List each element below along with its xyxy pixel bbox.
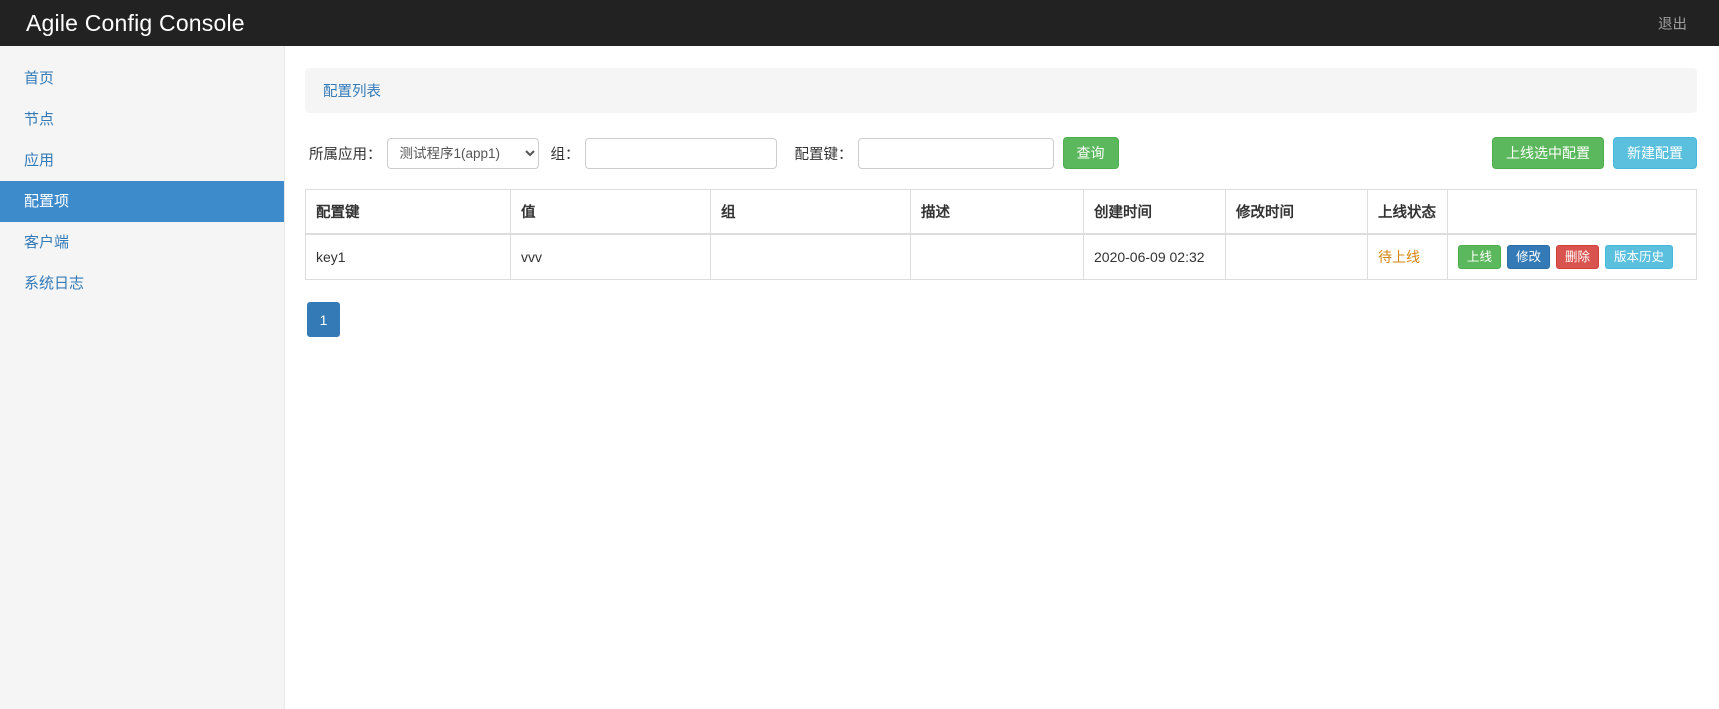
th-created-at: 创建时间 [1083,189,1226,235]
app-select[interactable]: 测试程序1(app1) [386,137,539,169]
sidebar-nav: 首页 节点 应用 配置项 客户端 系统日志 [0,46,285,709]
th-config-key: 配置键 [305,189,511,235]
cell-created-at: 2020-06-09 02:32 [1083,233,1226,280]
sidebar-item-app[interactable]: 应用 [0,140,284,181]
status-badge: 待上线 [1378,249,1420,265]
th-group: 组 [710,189,911,235]
navbar-right-section: 退出 [1648,7,1697,40]
toolbar-right-actions: 上线选中配置 新建配置 [1492,137,1697,169]
key-input-label: 配置键： [794,146,853,163]
th-actions [1447,189,1697,235]
app-select-label: 所属应用： [309,146,382,163]
group-input-label: 组： [550,146,580,163]
th-modified-at: 修改时间 [1225,189,1368,235]
publish-selected-button[interactable]: 上线选中配置 [1492,137,1604,169]
config-table-head: 配置键 值 组 描述 创建时间 修改时间 上线状态 [305,189,1697,235]
cell-description [910,233,1084,280]
table-header-row: 配置键 值 组 描述 创建时间 修改时间 上线状态 [305,189,1697,235]
filter-toolbar: 所属应用： 测试程序1(app1) 组： 配置键： 查询 上线选中配置 新建配置 [305,137,1697,169]
sidebar-item-home[interactable]: 首页 [0,58,284,99]
th-description: 描述 [910,189,1084,235]
th-value: 值 [510,189,711,235]
pagination: 1 [305,302,1697,337]
row-action-group: 上线 修改 删除 版本历史 [1458,245,1686,269]
row-edit-button[interactable]: 修改 [1507,245,1551,269]
breadcrumb-current: 配置列表 [323,84,381,100]
cell-config-key: key1 [305,233,511,280]
cell-status: 待上线 [1367,233,1448,280]
sidebar-item-config[interactable]: 配置项 [0,181,284,222]
sidebar-item-node[interactable]: 节点 [0,99,284,140]
table-row: key1 vvv 2020-06-09 02:32 待上线 上线 修改 删除 版… [305,233,1697,280]
cell-modified-at [1225,233,1368,280]
row-publish-button[interactable]: 上线 [1458,245,1502,269]
breadcrumb: 配置列表 [305,68,1697,113]
new-config-button[interactable]: 新建配置 [1613,137,1697,169]
page-body: 首页 节点 应用 配置项 客户端 系统日志 配置列表 所属应用： 测试程序1(a… [0,46,1719,709]
config-key-input[interactable] [857,137,1054,169]
main-content: 配置列表 所属应用： 测试程序1(app1) 组： 配置键： 查询 上线选中配置… [285,46,1719,709]
config-table-body: key1 vvv 2020-06-09 02:32 待上线 上线 修改 删除 版… [305,233,1697,280]
cell-group [710,233,911,280]
pagination-page-1[interactable]: 1 [307,302,340,337]
cell-value: vvv [510,233,711,280]
query-button[interactable]: 查询 [1062,137,1119,169]
row-delete-button[interactable]: 删除 [1556,245,1600,269]
cell-actions: 上线 修改 删除 版本历史 [1447,233,1697,280]
th-status: 上线状态 [1367,189,1448,235]
sidebar-item-client[interactable]: 客户端 [0,222,284,263]
sidebar-item-syslog[interactable]: 系统日志 [0,263,284,304]
top-navbar: Agile Config Console 退出 [0,0,1719,46]
config-table: 配置键 值 组 描述 创建时间 修改时间 上线状态 key1 vvv 2020-… [305,189,1697,280]
logout-link[interactable]: 退出 [1648,7,1697,40]
row-history-button[interactable]: 版本历史 [1605,245,1674,269]
app-brand-link[interactable]: Agile Config Console [0,0,245,46]
group-input[interactable] [584,137,777,169]
